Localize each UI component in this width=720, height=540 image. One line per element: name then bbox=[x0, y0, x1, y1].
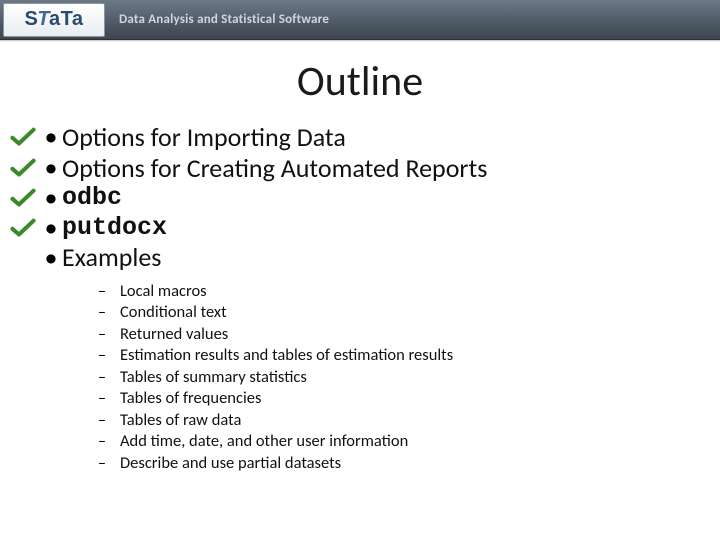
checkmark-icon bbox=[6, 218, 40, 238]
dash-icon: – bbox=[98, 411, 120, 431]
sub-bullet-list: –Local macros –Conditional text –Returne… bbox=[98, 281, 706, 474]
bullet-text: odbc bbox=[62, 183, 122, 213]
dash-icon: – bbox=[98, 325, 120, 345]
header-bar: STaTa Data Analysis and Statistical Soft… bbox=[0, 0, 720, 40]
bullet-text: Options for Importing Data bbox=[62, 122, 346, 153]
bullet-item: • Options for Importing Data bbox=[6, 122, 706, 153]
slide-title: Outline bbox=[0, 56, 720, 107]
sub-bullet-text: Conditional text bbox=[120, 302, 227, 323]
slide: STaTa Data Analysis and Statistical Soft… bbox=[0, 0, 720, 540]
sub-bullet-item: –Estimation results and tables of estima… bbox=[98, 345, 706, 366]
sub-bullet-text: Tables of frequencies bbox=[120, 388, 261, 409]
dash-icon: – bbox=[98, 389, 120, 409]
sub-bullet-item: –Add time, date, and other user informat… bbox=[98, 431, 706, 452]
bullet-dot: • bbox=[40, 214, 62, 240]
checkmark-icon bbox=[6, 158, 40, 178]
checkmark-icon bbox=[6, 127, 40, 147]
bullet-dot: • bbox=[40, 154, 62, 180]
sub-bullet-item: –Tables of raw data bbox=[98, 410, 706, 431]
bullet-dot: • bbox=[40, 244, 62, 270]
bullet-text: Examples bbox=[62, 242, 161, 273]
sub-bullet-text: Tables of raw data bbox=[120, 410, 241, 431]
sub-bullet-text: Tables of summary statistics bbox=[120, 367, 307, 388]
bullet-text: putdocx bbox=[62, 213, 167, 243]
sub-bullet-text: Describe and use partial datasets bbox=[120, 453, 341, 474]
logo-text: STaTa bbox=[24, 8, 83, 31]
stata-logo: STaTa bbox=[3, 3, 105, 37]
bullet-text: Options for Creating Automated Reports bbox=[62, 153, 487, 184]
bullet-item: • Examples bbox=[6, 242, 706, 273]
bullet-dot: • bbox=[40, 123, 62, 149]
header-tagline: Data Analysis and Statistical Software bbox=[119, 12, 329, 27]
sub-bullet-item: –Conditional text bbox=[98, 302, 706, 323]
sub-bullet-item: –Returned values bbox=[98, 324, 706, 345]
dash-icon: – bbox=[98, 454, 120, 474]
dash-icon: – bbox=[98, 282, 120, 302]
sub-bullet-text: Estimation results and tables of estimat… bbox=[120, 345, 453, 366]
sub-bullet-item: –Describe and use partial datasets bbox=[98, 453, 706, 474]
bullet-item: • Options for Creating Automated Reports bbox=[6, 153, 706, 184]
sub-bullet-item: –Tables of summary statistics bbox=[98, 367, 706, 388]
sub-bullet-text: Returned values bbox=[120, 324, 228, 345]
checkmark-icon bbox=[6, 188, 40, 208]
dash-icon: – bbox=[98, 432, 120, 452]
slide-content: • Options for Importing Data • Options f… bbox=[6, 122, 706, 474]
bullet-item: • putdocx bbox=[6, 213, 706, 243]
sub-bullet-text: Add time, date, and other user informati… bbox=[120, 431, 408, 452]
dash-icon: – bbox=[98, 346, 120, 366]
sub-bullet-item: –Tables of frequencies bbox=[98, 388, 706, 409]
header-divider bbox=[0, 40, 720, 42]
sub-bullet-text: Local macros bbox=[120, 281, 207, 302]
dash-icon: – bbox=[98, 303, 120, 323]
bullet-item: • odbc bbox=[6, 183, 706, 213]
dash-icon: – bbox=[98, 368, 120, 388]
bullet-dot: • bbox=[40, 184, 62, 210]
sub-bullet-item: –Local macros bbox=[98, 281, 706, 302]
